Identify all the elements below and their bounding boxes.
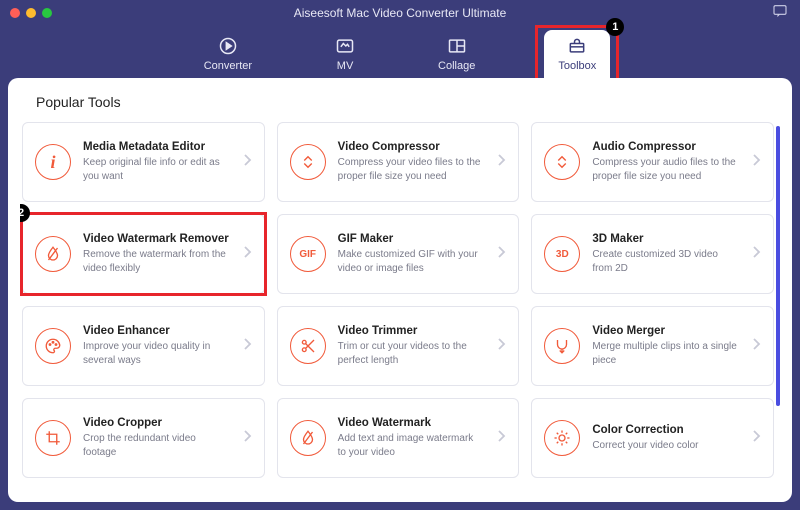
card-desc: Create customized 3D video from 2D xyxy=(592,248,739,275)
card-text: Audio Compressor Compress your audio file… xyxy=(592,141,739,183)
nav-label: Collage xyxy=(438,60,475,72)
nav-label: MV xyxy=(337,60,354,72)
card-text: Video Enhancer Improve your video quality… xyxy=(83,325,230,367)
card-text: Video Trimmer Trim or cut your videos to … xyxy=(338,325,485,367)
annotation-step-1: 1 xyxy=(606,18,624,36)
video-watermark-remover-icon xyxy=(35,236,71,272)
nav-toolbox[interactable]: Toolbox xyxy=(544,30,610,78)
card-text: 3D Maker Create customized 3D video from … xyxy=(592,233,739,275)
chevron-right-icon xyxy=(496,153,506,172)
card-desc: Crop the redundant video footage xyxy=(83,432,230,459)
tool-card-audio-compressor[interactable]: Audio Compressor Compress your audio file… xyxy=(531,122,774,202)
video-cropper-icon xyxy=(35,420,71,456)
card-title: Video Merger xyxy=(592,325,739,337)
tool-card-video-watermark-remover[interactable]: Video Watermark Remover Remove the waterm… xyxy=(22,214,265,294)
close-window-button[interactable] xyxy=(10,8,20,18)
card-desc: Improve your video quality in several wa… xyxy=(83,340,230,367)
feedback-icon[interactable] xyxy=(772,3,788,24)
video-enhancer-icon xyxy=(35,328,71,364)
nav-mv[interactable]: MV xyxy=(321,30,369,78)
video-compressor-icon xyxy=(290,144,326,180)
tool-card-video-enhancer[interactable]: Video Enhancer Improve your video quality… xyxy=(22,306,265,386)
card-text: Video Compressor Compress your video file… xyxy=(338,141,485,183)
chevron-right-icon xyxy=(496,337,506,356)
window-controls xyxy=(10,8,52,18)
card-text: Color Correction Correct your video color xyxy=(592,424,739,453)
main-panel: Popular Tools i Media Metadata Editor Keep… xyxy=(8,78,792,502)
chevron-right-icon xyxy=(751,153,761,172)
chevron-right-icon xyxy=(751,429,761,448)
card-title: Audio Compressor xyxy=(592,141,739,153)
tool-card-media-metadata-editor[interactable]: i Media Metadata Editor Keep original file… xyxy=(22,122,265,202)
card-title: Video Watermark Remover xyxy=(83,233,230,245)
card-title: Media Metadata Editor xyxy=(83,141,230,153)
chevron-right-icon xyxy=(242,245,252,264)
media-metadata-editor-icon: i xyxy=(35,144,71,180)
card-title: Video Enhancer xyxy=(83,325,230,337)
color-correction-icon xyxy=(544,420,580,456)
tool-card-color-correction[interactable]: Color Correction Correct your video color xyxy=(531,398,774,478)
tool-card-gif-maker[interactable]: GIF GIF Maker Make customized GIF with you… xyxy=(277,214,520,294)
nav-collage[interactable]: Collage xyxy=(424,30,489,78)
card-text: Video Cropper Crop the redundant video fo… xyxy=(83,417,230,459)
chevron-right-icon xyxy=(751,245,761,264)
nav-label: Toolbox xyxy=(558,60,596,72)
nav-toolbox-wrap: 1 Toolbox xyxy=(544,30,610,78)
app-title: Aiseesoft Mac Video Converter Ultimate xyxy=(294,6,507,20)
card-desc: Remove the watermark from the video flex… xyxy=(83,248,230,275)
section-title: Popular Tools xyxy=(36,94,780,110)
chevron-right-icon xyxy=(242,337,252,356)
nav-label: Converter xyxy=(204,60,252,72)
gif-maker-icon: GIF xyxy=(290,236,326,272)
video-merger-icon xyxy=(544,328,580,364)
card-desc: Make customized GIF with your video or i… xyxy=(338,248,485,275)
tool-card-video-watermark[interactable]: Video Watermark Add text and image waterm… xyxy=(277,398,520,478)
card-desc: Add text and image watermark to your vid… xyxy=(338,432,485,459)
card-desc: Keep original file info or edit as you w… xyxy=(83,156,230,183)
card-desc: Compress your video files to the proper … xyxy=(338,156,485,183)
video-watermark-icon xyxy=(290,420,326,456)
card-desc: Trim or cut your videos to the perfect l… xyxy=(338,340,485,367)
titlebar: Aiseesoft Mac Video Converter Ultimate xyxy=(0,0,800,26)
video-trimmer-icon xyxy=(290,328,326,364)
tools-grid: i Media Metadata Editor Keep original file… xyxy=(20,122,780,478)
card-text: Video Watermark Add text and image waterm… xyxy=(338,417,485,459)
tool-card-video-compressor[interactable]: Video Compressor Compress your video file… xyxy=(277,122,520,202)
annotation-step-2: 2 xyxy=(20,204,30,222)
tools-scroll-area: i Media Metadata Editor Keep original file… xyxy=(20,122,780,494)
nav-converter[interactable]: Converter xyxy=(190,30,266,78)
scrollbar-thumb[interactable] xyxy=(776,126,780,406)
card-title: Color Correction xyxy=(592,424,739,436)
chevron-right-icon xyxy=(242,429,252,448)
card-title: Video Watermark xyxy=(338,417,485,429)
card-text: Video Watermark Remover Remove the waterm… xyxy=(83,233,230,275)
card-title: Video Cropper xyxy=(83,417,230,429)
chevron-right-icon xyxy=(496,245,506,264)
tool-card-video-trimmer[interactable]: Video Trimmer Trim or cut your videos to … xyxy=(277,306,520,386)
card-text: Media Metadata Editor Keep original file … xyxy=(83,141,230,183)
card-desc: Compress your audio files to the proper … xyxy=(592,156,739,183)
maximize-window-button[interactable] xyxy=(42,8,52,18)
audio-compressor-icon xyxy=(544,144,580,180)
minimize-window-button[interactable] xyxy=(26,8,36,18)
card-desc: Merge multiple clips into a single piece xyxy=(592,340,739,367)
tool-card-video-merger[interactable]: Video Merger Merge multiple clips into a … xyxy=(531,306,774,386)
tool-card-3d-maker[interactable]: 3D 3D Maker Create customized 3D video fro… xyxy=(531,214,774,294)
chevron-right-icon xyxy=(496,429,506,448)
chevron-right-icon xyxy=(751,337,761,356)
card-title: 3D Maker xyxy=(592,233,739,245)
top-nav: Converter MV Collage 1 Toolbox xyxy=(0,26,800,78)
card-title: GIF Maker xyxy=(338,233,485,245)
tool-card-video-cropper[interactable]: Video Cropper Crop the redundant video fo… xyxy=(22,398,265,478)
3d-maker-icon: 3D xyxy=(544,236,580,272)
card-text: Video Merger Merge multiple clips into a … xyxy=(592,325,739,367)
card-title: Video Compressor xyxy=(338,141,485,153)
card-title: Video Trimmer xyxy=(338,325,485,337)
chevron-right-icon xyxy=(242,153,252,172)
card-text: GIF Maker Make customized GIF with your v… xyxy=(338,233,485,275)
card-desc: Correct your video color xyxy=(592,439,739,453)
